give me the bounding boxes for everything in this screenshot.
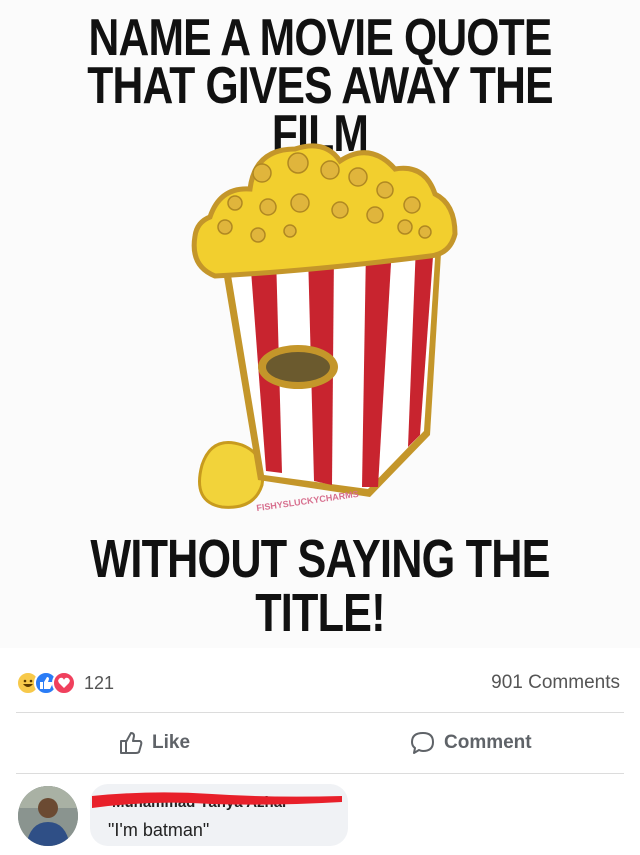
post-actions: Like Comment xyxy=(0,722,640,766)
divider xyxy=(16,773,624,774)
comment-label: Comment xyxy=(444,732,532,753)
thumbs-up-icon xyxy=(120,732,143,754)
popcorn-box-illustration xyxy=(191,143,458,509)
avatar[interactable] xyxy=(18,786,78,846)
meme-title-line1: NAME A MOVIE QUOTE xyxy=(88,9,553,67)
comment-text: "I'm batman" xyxy=(108,820,210,840)
meme-bottom-text: WITHOUT SAYING THE TITLE! xyxy=(90,529,550,643)
speech-bubble-icon xyxy=(411,732,434,754)
meme-image[interactable]: NAME A MOVIE QUOTE THAT GIVES AWAY THE F… xyxy=(0,0,640,648)
redaction-scribble xyxy=(92,792,342,808)
comment-button[interactable]: Comment xyxy=(410,730,532,756)
love-icon xyxy=(52,671,76,695)
post-stats-row: 121 901 Comments xyxy=(0,666,640,702)
divider xyxy=(16,712,624,713)
comment-bubble: Muhammad Yahya Azhar "I'm batman" xyxy=(90,784,348,846)
reaction-count: 121 xyxy=(84,672,115,693)
reactions-summary[interactable]: 121 xyxy=(16,670,114,696)
comments-count[interactable]: 901 Comments xyxy=(491,672,620,694)
like-button[interactable]: Like xyxy=(118,730,190,756)
comment: Muhammad Yahya Azhar "I'm batman" xyxy=(0,780,640,855)
like-label: Like xyxy=(152,732,191,753)
